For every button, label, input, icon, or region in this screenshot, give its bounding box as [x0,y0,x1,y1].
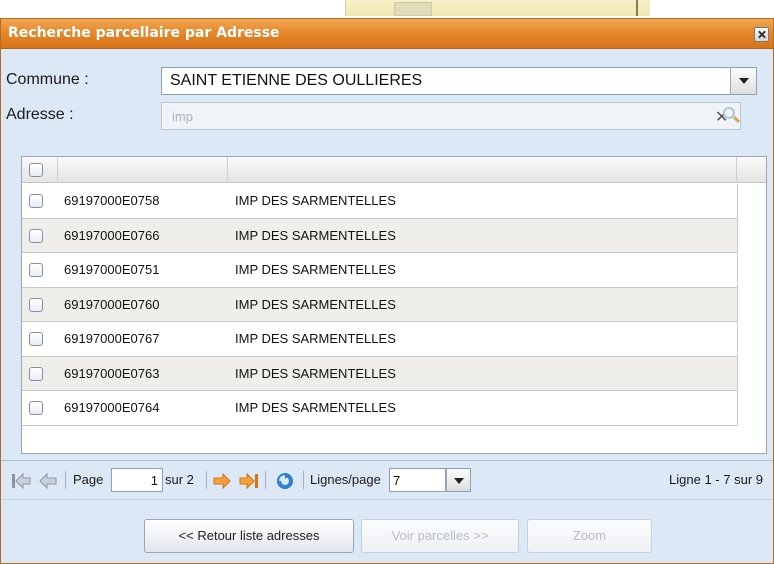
row-checkbox[interactable] [29,401,43,415]
table-row[interactable]: 69197000E0767 IMP DES SARMENTELLES [22,322,738,357]
next-page-icon[interactable] [213,472,231,490]
button-bar: << Retour liste adresses Voir parcelles … [1,499,773,563]
table-row[interactable]: 69197000E0763 IMP DES SARMENTELLES [22,356,738,391]
row-checkbox[interactable] [29,366,43,381]
parcel-address: IMP DES SARMENTELLES [235,227,396,243]
parcel-id: 69197000E0767 [64,331,160,346]
table-row[interactable]: 69197000E0751 IMP DES SARMENTELLES [22,253,738,288]
lines-per-page-select[interactable]: 7 [389,468,446,492]
row-checkbox[interactable] [29,297,43,312]
toolbar-separator [265,471,266,489]
parcel-address: IMP DES SARMENTELLES [235,331,396,346]
parcel-address: IMP DES SARMENTELLES [235,296,396,312]
last-page-icon[interactable] [239,472,259,490]
map-feature [394,2,432,16]
parcel-id: 69197000E0766 [64,227,160,243]
grid-rows: 69197000E0758 IMP DES SARMENTELLES 6919700… [22,184,738,426]
chevron-down-icon [739,78,749,84]
lines-per-page-label: Lignes/page [310,472,381,487]
close-button[interactable] [754,27,769,42]
row-checkbox[interactable] [29,194,43,208]
adresse-value: imp [172,109,193,124]
parcel-address: IMP DES SARMENTELLES [235,400,396,415]
commune-dropdown-button[interactable] [730,68,756,94]
row-checkbox[interactable] [29,263,43,277]
background-map [345,0,650,16]
page-count-label: sur 2 [165,472,194,487]
toolbar-separator [65,471,66,489]
parcel-id: 69197000E0760 [64,296,160,312]
column-divider [227,157,228,183]
prev-page-icon[interactable] [39,472,57,490]
title-bar[interactable]: Recherche parcellaire par Adresse [1,19,773,49]
toolbar-separator [303,471,304,489]
adresse-input[interactable]: imp ✕ [161,102,741,130]
map-feature [636,0,638,16]
row-checkbox[interactable] [29,332,43,346]
adresse-label: Adresse : [6,106,74,123]
parcel-id: 69197000E0764 [64,400,160,415]
page-number-value: 1 [150,473,158,488]
results-grid: 69197000E0758 IMP DES SARMENTELLES 6919700… [21,156,767,454]
search-handle [732,115,741,124]
record-summary: Ligne 1 - 7 sur 9 [669,472,763,487]
select-all-checkbox[interactable] [29,163,43,177]
commune-value: SAINT ETIENNE DES OULLIERES [170,72,423,89]
pagination-toolbar: Page 1 sur 2 Lignes/page 7 Ligne 1 - 7 s… [1,460,773,498]
parcel-address: IMP DES SARMENTELLES [235,365,396,381]
dropdown-arrow [446,469,470,491]
search-dialog: Recherche parcellaire par Adresse Commun… [0,18,774,564]
toolbar-separator [206,471,207,489]
view-parcels-button[interactable]: Voir parcelles >> [361,519,519,553]
parcel-id: 69197000E0758 [64,193,160,208]
row-checkbox[interactable] [29,228,43,243]
table-row[interactable]: 69197000E0766 IMP DES SARMENTELLES [22,218,738,253]
column-divider [57,157,58,183]
grid-header [22,157,766,183]
back-to-address-list-button[interactable]: << Retour liste adresses [144,519,354,553]
parcel-id: 69197000E0763 [64,365,160,381]
zoom-button[interactable]: Zoom [527,519,652,553]
refresh-icon[interactable] [276,472,294,490]
chevron-down-icon [454,478,464,484]
page-label: Page [73,472,104,487]
search-icon[interactable] [721,105,741,127]
commune-label: Commune : [6,71,89,88]
parcel-address: IMP DES SARMENTELLES [235,193,396,208]
parcel-id: 69197000E0751 [64,262,160,277]
table-row[interactable]: 69197000E0764 IMP DES SARMENTELLES [22,391,738,426]
dialog-title: Recherche parcellaire par Adresse [8,25,280,41]
lines-per-page-dropdown-button[interactable] [445,468,471,492]
page-number-input[interactable]: 1 [111,468,163,492]
column-divider [736,157,737,183]
commune-select[interactable]: SAINT ETIENNE DES OULLIERES [161,67,757,95]
lines-per-page-value: 7 [393,473,401,488]
table-row[interactable]: 69197000E0758 IMP DES SARMENTELLES [22,184,738,219]
parcel-address: IMP DES SARMENTELLES [235,262,396,277]
table-row[interactable]: 69197000E0760 IMP DES SARMENTELLES [22,287,738,322]
first-page-icon[interactable] [11,472,31,490]
